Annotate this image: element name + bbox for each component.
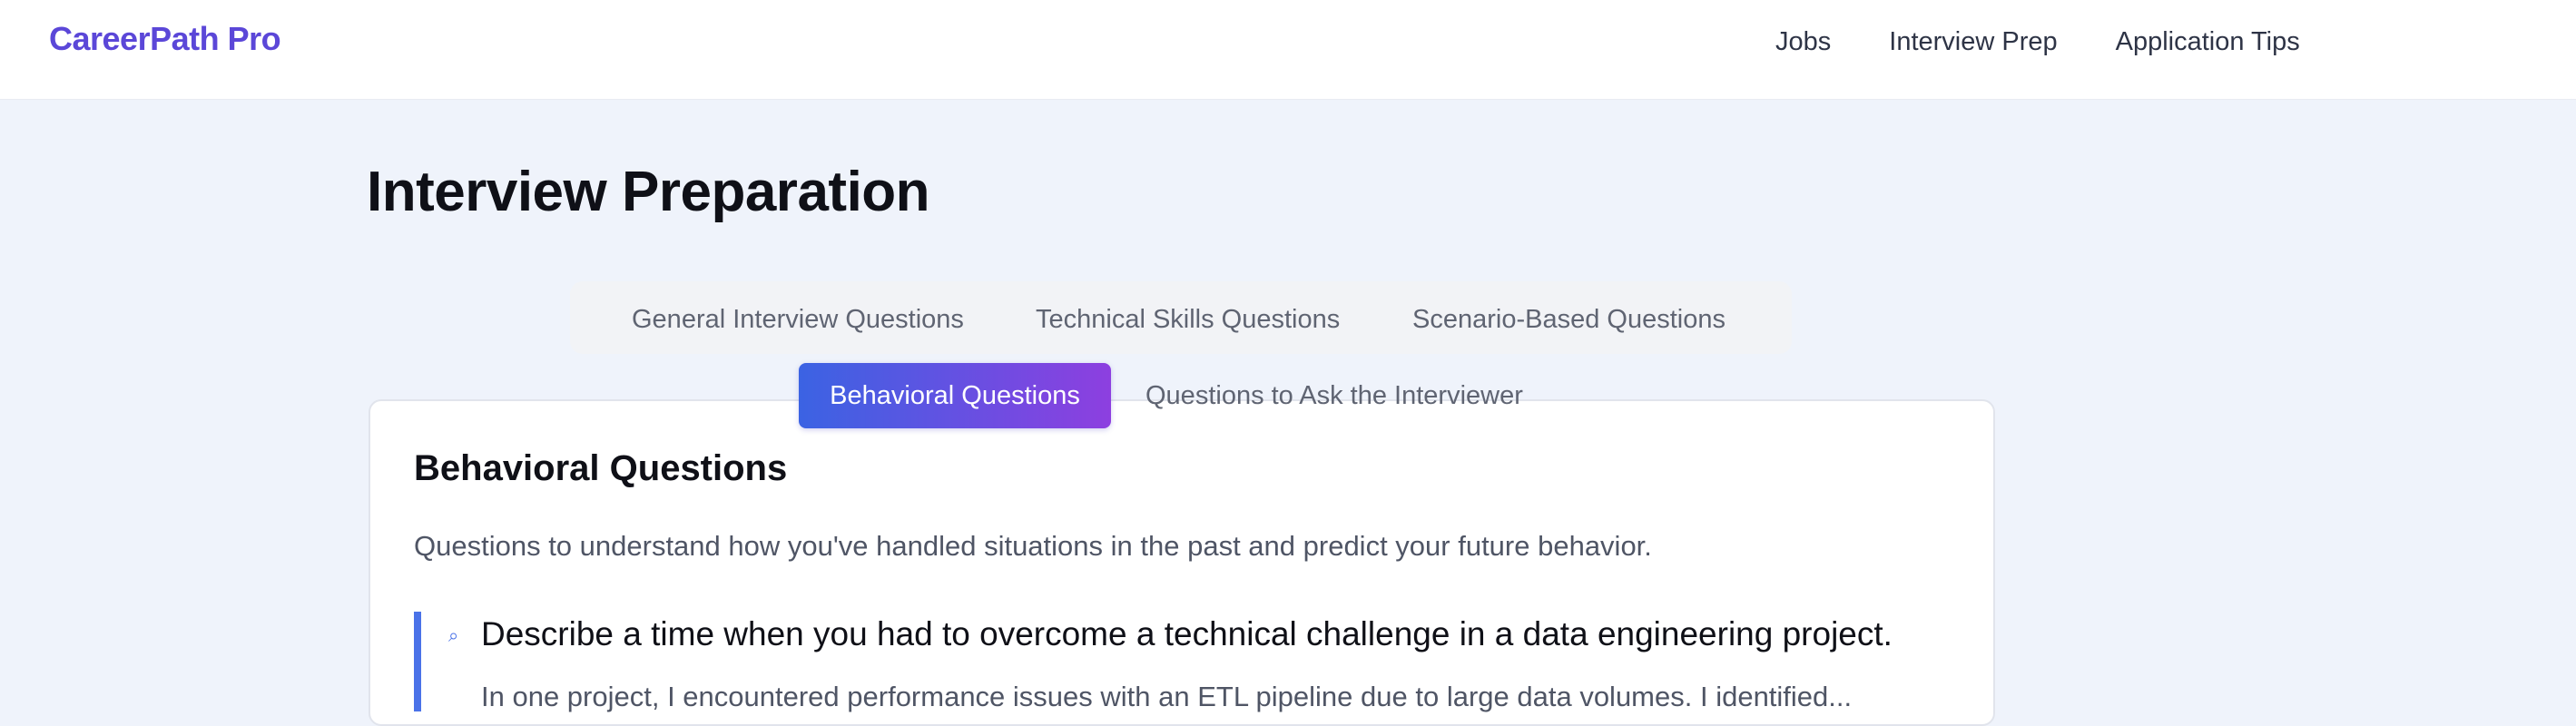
search-icon: ⌕: [448, 626, 459, 646]
section-description: Questions to understand how you've handl…: [414, 530, 1652, 562]
brand-logo[interactable]: CareerPath Pro: [49, 20, 281, 58]
tab-behavioral-questions[interactable]: Behavioral Questions: [799, 363, 1111, 428]
question-answer: In one project, I encountered performanc…: [481, 681, 1853, 712]
tab-general-interview-questions[interactable]: General Interview Questions: [632, 305, 964, 335]
tab-scenario-based-questions[interactable]: Scenario-Based Questions: [1412, 305, 1726, 335]
section-title: Behavioral Questions: [414, 448, 788, 488]
main-nav: Jobs Interview Prep Application Tips: [1775, 27, 2358, 57]
nav-link-application-tips[interactable]: Application Tips: [2116, 27, 2300, 57]
tab-technical-skills-questions[interactable]: Technical Skills Questions: [1036, 305, 1340, 335]
nav-link-jobs[interactable]: Jobs: [1775, 27, 1831, 57]
tab-questions-to-ask[interactable]: Questions to Ask the Interviewer: [1145, 381, 1523, 411]
question-title[interactable]: Describe a time when you had to overcome…: [481, 615, 1893, 653]
page-title: Interview Preparation: [367, 161, 930, 223]
top-navbar: CareerPath Pro Jobs Interview Prep Appli…: [0, 0, 2576, 100]
nav-link-interview-prep[interactable]: Interview Prep: [1889, 27, 2057, 57]
